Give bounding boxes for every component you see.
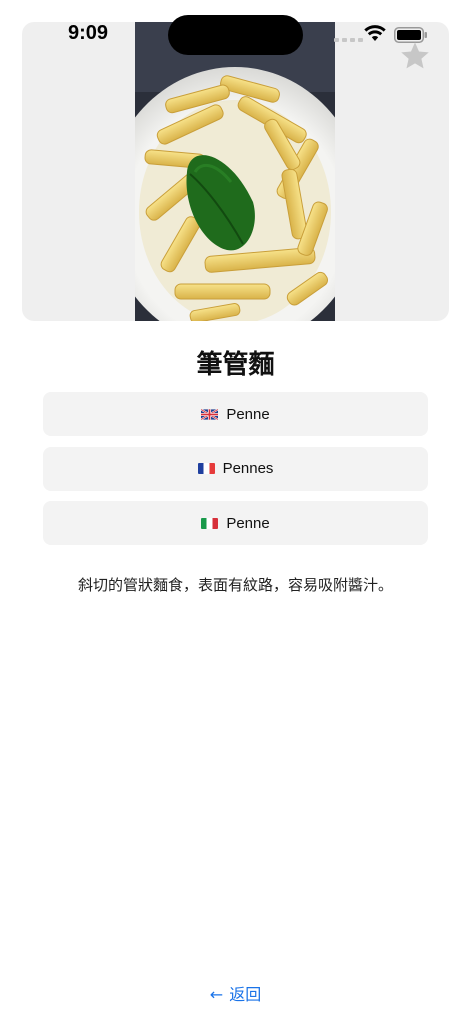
name-label: Pennes — [222, 460, 274, 477]
screen: 9:09 筆管麵 Penne Pennes Penne 斜切的管狀麵食，表面有紋… — [0, 0, 471, 1024]
name-row-english[interactable]: Penne — [43, 392, 428, 436]
name-label: Penne — [226, 514, 270, 532]
back-label: 返回 — [229, 985, 262, 1004]
dish-title: 筆管麵 — [196, 350, 275, 380]
name-label: Penne — [226, 405, 270, 423]
hero-card — [22, 22, 449, 321]
name-list: Penne Pennes Penne — [43, 392, 428, 556]
name-row-italian[interactable]: Penne — [43, 501, 428, 545]
star-icon[interactable] — [399, 40, 431, 72]
cellular-signal-icon — [334, 38, 363, 42]
dynamic-island — [168, 15, 303, 55]
italy-flag-icon — [201, 517, 219, 529]
name-row-french[interactable]: Pennes — [43, 446, 428, 491]
back-button[interactable]: ← 返回 — [0, 981, 471, 1005]
status-time: 9:09 — [68, 22, 109, 44]
dish-description: 斜切的管狀麵食，表面有紋路，容易吸附醬汁。 — [77, 576, 393, 594]
uk-flag-icon — [201, 408, 219, 420]
pasta-photo — [135, 22, 335, 321]
france-flag-icon — [197, 463, 215, 474]
wifi-icon — [364, 25, 386, 41]
arrow-left-icon: ← — [209, 985, 224, 1004]
